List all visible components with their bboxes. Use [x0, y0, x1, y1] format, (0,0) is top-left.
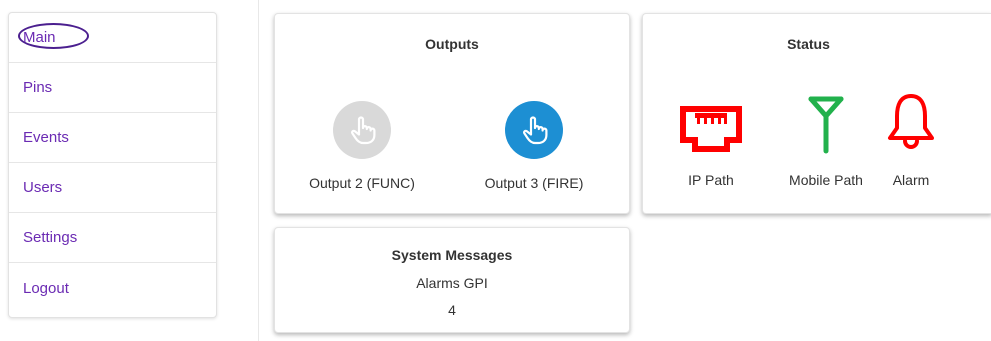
- outputs-panel: Outputs Output 2 (FUNC) Output 3 (FIRE): [274, 13, 630, 214]
- status-ip-path: IP Path: [671, 90, 751, 188]
- sidebar-item-logout[interactable]: Logout: [9, 263, 216, 313]
- system-messages-panel: System Messages Alarms GPI 4: [274, 227, 630, 333]
- system-message-count: 4: [448, 302, 456, 318]
- status-mobile-path: Mobile Path: [781, 90, 871, 188]
- sidebar-item-pins[interactable]: Pins: [9, 63, 216, 113]
- panel-title: Status: [787, 36, 830, 52]
- system-message-text: Alarms GPI: [416, 275, 488, 291]
- output-2-label: Output 2 (FUNC): [309, 175, 415, 191]
- sidebar-item-main[interactable]: Main: [9, 13, 216, 63]
- sidebar-item-label: Settings: [23, 229, 78, 246]
- sidebar-item-label: Pins: [23, 79, 53, 96]
- sidebar-item-label: Logout: [23, 279, 69, 297]
- sidebar-item-label: Users: [23, 179, 63, 196]
- content-divider: [258, 0, 259, 341]
- ethernet-port-icon: [680, 106, 742, 152]
- status-label: Alarm: [892, 172, 930, 188]
- status-label: IP Path: [688, 172, 734, 188]
- status-alarm: Alarm: [881, 90, 941, 188]
- sidebar-item-settings[interactable]: Settings: [9, 213, 216, 263]
- status-panel: Status IP Path Mobile Path Alarm: [642, 13, 991, 214]
- bell-icon: [888, 94, 934, 149]
- pointing-hand-icon: [351, 116, 376, 145]
- sidebar-nav: Main Pins Events Users Settings Logout: [8, 12, 217, 318]
- sidebar-item-label: Events: [23, 129, 69, 146]
- output-3-button[interactable]: [505, 101, 563, 159]
- output-2-control[interactable]: Output 2 (FUNC): [307, 101, 417, 191]
- sidebar-item-label: Main: [23, 29, 56, 46]
- sidebar-item-events[interactable]: Events: [9, 113, 216, 163]
- antenna-icon: [808, 96, 844, 154]
- output-3-control[interactable]: Output 3 (FIRE): [469, 101, 599, 191]
- pointing-hand-icon: [523, 116, 548, 145]
- status-label: Mobile Path: [789, 172, 863, 188]
- panel-title: System Messages: [391, 247, 513, 263]
- panel-title: Outputs: [425, 36, 479, 52]
- sidebar-item-users[interactable]: Users: [9, 163, 216, 213]
- output-3-label: Output 3 (FIRE): [484, 175, 584, 191]
- output-2-button[interactable]: [333, 101, 391, 159]
